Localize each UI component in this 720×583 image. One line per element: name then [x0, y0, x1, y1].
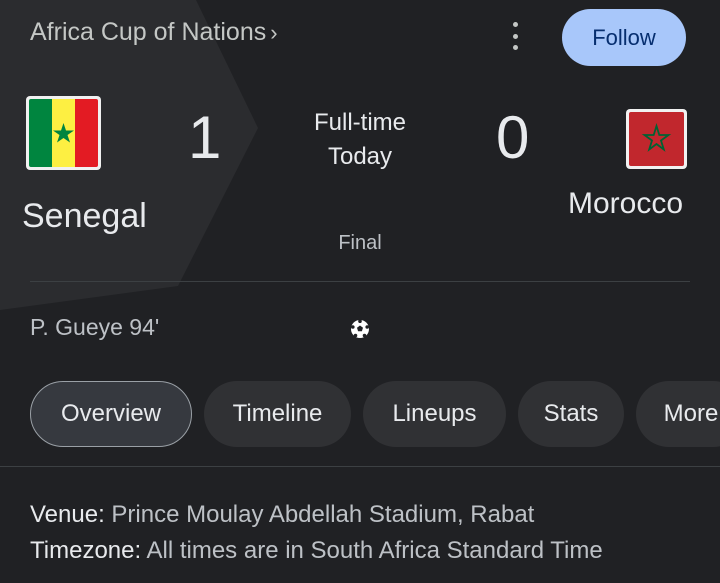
venue-value: Prince Moulay Abdellah Stadium, Rabat — [111, 501, 535, 528]
competition-name[interactable]: Africa Cup of Nations — [30, 18, 266, 47]
match-status: Full-time Today — [280, 106, 440, 174]
match-stage: Final — [338, 232, 382, 254]
home-score: 1 — [188, 104, 222, 171]
home-team-name[interactable]: Senegal — [22, 197, 147, 236]
divider — [0, 466, 720, 467]
chevron-right-icon: › — [270, 19, 278, 45]
senegal-flag-icon — [26, 96, 101, 170]
match-tabs: Overview Timeline Lineups Stats More — [30, 381, 720, 447]
timezone-value: All times are in South Africa Standard T… — [146, 537, 603, 564]
timezone-info: Timezone: All times are in South Africa … — [30, 537, 603, 565]
tab-overview[interactable]: Overview — [30, 381, 192, 447]
tab-lineups[interactable]: Lineups — [363, 381, 506, 447]
away-team-name[interactable]: Morocco — [568, 187, 683, 221]
goal-scorer: P. Gueye 94' — [30, 314, 160, 340]
follow-button[interactable]: Follow — [562, 9, 686, 66]
away-score: 0 — [496, 104, 530, 171]
more-vert-icon[interactable] — [503, 22, 527, 50]
breadcrumb[interactable]: Africa Cup of Nations › — [30, 18, 278, 47]
status-line-1: Full-time — [313, 109, 406, 136]
tab-timeline[interactable]: Timeline — [204, 381, 351, 447]
tab-more[interactable]: More — [636, 381, 720, 447]
tab-stats[interactable]: Stats — [518, 381, 624, 447]
divider — [30, 281, 690, 282]
venue-label: Venue: — [30, 501, 105, 528]
timezone-label: Timezone: — [30, 537, 142, 564]
soccer-ball-icon — [351, 319, 369, 338]
venue-info: Venue: Prince Moulay Abdellah Stadium, R… — [30, 501, 534, 529]
status-line-2: Today — [327, 143, 393, 170]
morocco-flag-icon — [626, 109, 687, 169]
